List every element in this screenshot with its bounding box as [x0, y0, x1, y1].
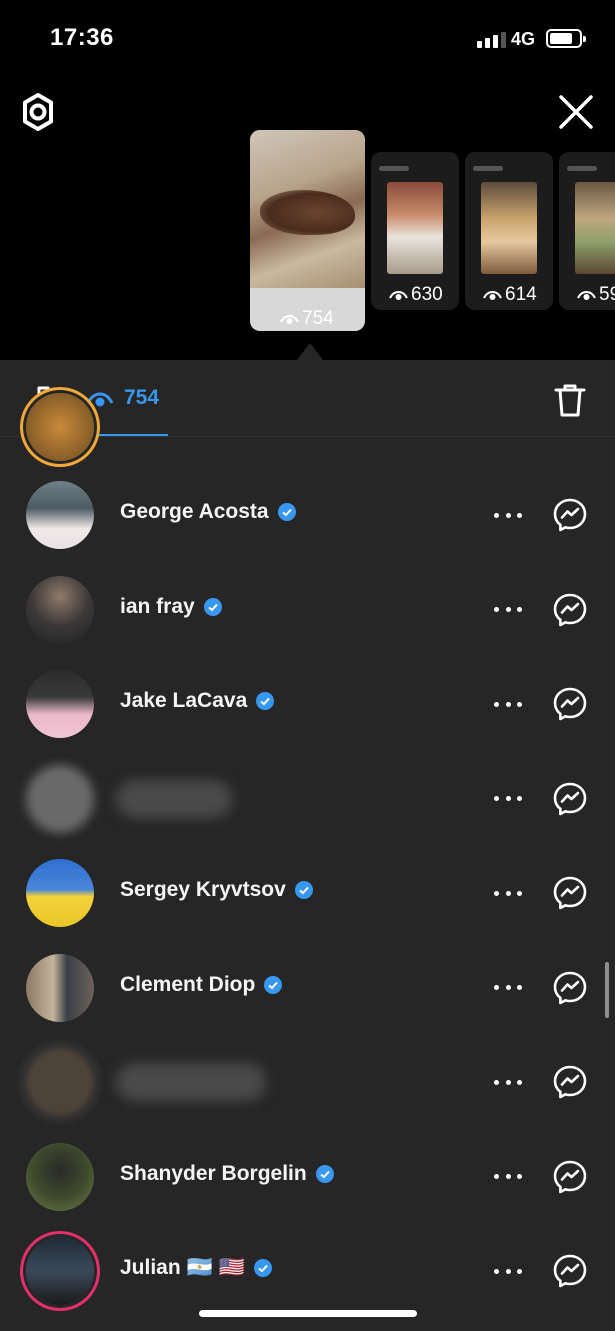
gear-icon — [23, 93, 53, 131]
home-indicator[interactable] — [199, 1310, 417, 1317]
avatar — [26, 393, 94, 461]
list-item[interactable] — [0, 393, 615, 468]
viewer-list: George Acosta ian fray Jake LaCava Serge… — [0, 393, 615, 1319]
messenger-icon[interactable] — [552, 1159, 588, 1195]
story-thumbnail[interactable]: 614 — [465, 152, 553, 310]
more-options-button[interactable] — [494, 795, 522, 803]
messenger-icon[interactable] — [552, 497, 588, 533]
status-bar: 17:36 4G — [0, 0, 615, 80]
tab-views[interactable]: 754 — [86, 386, 168, 436]
story-header-line — [567, 166, 597, 171]
avatar — [26, 1142, 94, 1211]
story-header-line — [379, 166, 409, 171]
story-thumbnail-active[interactable]: 754 — [250, 130, 365, 331]
verified-badge-icon — [315, 1164, 334, 1183]
messenger-icon[interactable] — [552, 1253, 588, 1289]
settings-button[interactable] — [18, 92, 58, 132]
close-icon — [559, 95, 593, 129]
list-item[interactable]: ian fray — [0, 563, 615, 658]
story-strip: 754 630 614 59 — [0, 128, 615, 360]
list-item[interactable]: George Acosta — [0, 468, 615, 563]
viewer-name[interactable]: ian fray — [120, 595, 222, 619]
views-count: 754 — [124, 386, 160, 409]
messenger-icon[interactable] — [552, 1064, 588, 1100]
messenger-icon[interactable] — [552, 970, 588, 1006]
list-item[interactable]: Clement Diop — [0, 941, 615, 1036]
messenger-icon[interactable] — [552, 875, 588, 911]
more-options-button[interactable] — [494, 1078, 522, 1086]
avatar-blurred — [26, 1048, 94, 1116]
cellular-signal-icon — [477, 32, 506, 48]
verified-badge-icon — [253, 1259, 272, 1277]
verified-badge-icon — [203, 597, 222, 616]
more-options-button[interactable] — [494, 511, 522, 519]
active-story-pointer — [297, 343, 323, 360]
more-options-button[interactable] — [494, 1173, 522, 1181]
verified-badge-icon — [264, 975, 283, 994]
verified-badge-icon — [277, 503, 296, 521]
story-image — [575, 182, 615, 274]
more-options-button[interactable] — [494, 1267, 522, 1275]
viewers-sheet: 754 George Acosta ian fray Jake LaCava S… — [0, 360, 615, 1331]
verified-badge-icon — [256, 692, 275, 710]
eye-icon — [280, 314, 299, 324]
viewer-name[interactable]: Shanyder Borgelin — [120, 1162, 334, 1186]
eye-icon — [389, 290, 408, 300]
battery-icon — [546, 29, 586, 48]
story-view-count: 630 — [389, 284, 443, 306]
viewer-name[interactable]: George Acosta — [120, 500, 296, 524]
avatar — [26, 953, 94, 1022]
close-button[interactable] — [557, 93, 595, 131]
more-options-button[interactable] — [494, 889, 522, 897]
messenger-icon[interactable] — [552, 592, 588, 628]
more-options-button[interactable] — [494, 984, 522, 992]
viewer-name-blurred — [116, 1063, 266, 1101]
viewer-name[interactable]: Clement Diop — [120, 973, 283, 997]
list-item[interactable]: Shanyder Borgelin — [0, 1130, 615, 1225]
story-view-count: 754 — [280, 308, 334, 330]
eye-icon — [86, 392, 114, 407]
avatar — [26, 670, 94, 738]
avatar-blurred — [26, 764, 94, 833]
verified-badge-icon — [294, 881, 313, 899]
story-image — [481, 182, 537, 274]
story-view-count: 614 — [483, 284, 537, 306]
story-image — [387, 182, 443, 274]
viewer-name[interactable]: Julian 🇦🇷 🇺🇸 — [120, 1256, 272, 1280]
viewer-name[interactable]: Sergey Kryvtsov — [120, 878, 313, 902]
avatar — [26, 859, 94, 927]
story-thumbnail[interactable]: 59 — [559, 152, 615, 310]
network-type: 4G — [511, 29, 536, 49]
scrollbar[interactable] — [605, 962, 609, 1018]
viewer-name[interactable]: Jake LaCava — [120, 689, 275, 713]
eye-icon — [483, 290, 502, 300]
messenger-icon[interactable] — [552, 686, 588, 722]
delete-story-button[interactable] — [554, 382, 586, 418]
list-item[interactable]: Jake LaCava — [0, 657, 615, 752]
eye-icon — [577, 290, 596, 300]
list-item[interactable] — [0, 752, 615, 847]
viewer-name-blurred — [116, 779, 232, 818]
avatar — [26, 575, 94, 644]
avatar — [26, 1237, 94, 1305]
story-image — [250, 130, 365, 288]
story-header-line — [473, 166, 503, 171]
story-thumbnail[interactable]: 630 — [371, 152, 459, 310]
more-options-button[interactable] — [494, 700, 522, 708]
story-view-count: 59 — [577, 284, 615, 306]
status-time: 17:36 — [50, 24, 114, 51]
avatar — [26, 481, 94, 549]
more-options-button[interactable] — [494, 606, 522, 614]
trash-icon — [554, 384, 586, 417]
list-item[interactable]: Julian 🇦🇷 🇺🇸 — [0, 1224, 615, 1319]
messenger-icon[interactable] — [552, 781, 588, 817]
list-item[interactable]: Sergey Kryvtsov — [0, 846, 615, 941]
list-item[interactable] — [0, 1035, 615, 1130]
